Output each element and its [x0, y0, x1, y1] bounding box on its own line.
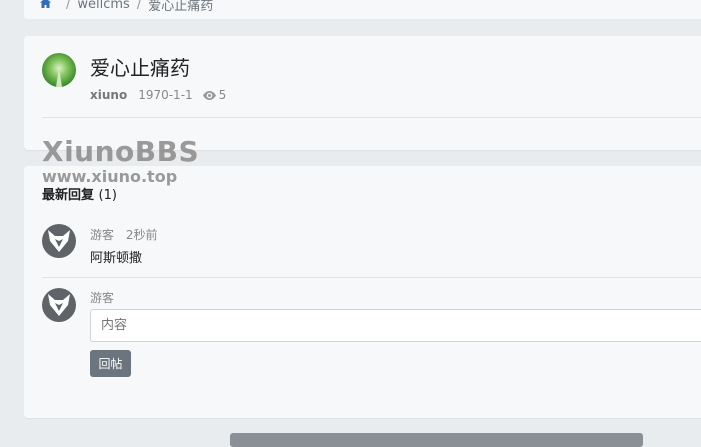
reply-form-user: 游客 — [90, 291, 115, 305]
reply-user[interactable]: 游客 — [90, 228, 114, 242]
reply-submit-button[interactable]: 回帖 — [90, 350, 131, 377]
reply-time: 2秒前 — [125, 228, 158, 242]
replies-card: 最新回复 (1) 游客 2秒前 阿斯顿撒 游客 回帖 — [24, 166, 701, 418]
breadcrumb-item-forum[interactable]: wellcms — [77, 0, 129, 12]
divider — [42, 117, 701, 118]
home-icon[interactable] — [40, 0, 51, 11]
reply-content: 阿斯顿撒 — [90, 251, 143, 266]
views-count: 5 — [202, 88, 227, 102]
replies-count: (1) — [98, 188, 117, 203]
breadcrumb-separator: / — [136, 0, 142, 12]
replies-heading-label: 最新回复 — [42, 188, 95, 203]
eye-icon — [202, 90, 216, 100]
bottom-bar — [230, 433, 643, 447]
watermark-logo: XiunoBBS — [42, 135, 200, 168]
fox-avatar-icon — [42, 288, 76, 322]
watermark-url: www.xiuno.top — [42, 167, 178, 186]
divider — [42, 277, 701, 278]
breadcrumb-item-thread[interactable]: 爱心止痛药 — [148, 0, 213, 14]
thread-meta: xiuno 1970-1-1 5 — [90, 88, 226, 102]
thread-title: 爱心止痛药 — [90, 56, 190, 80]
thread-date: 1970-1-1 — [138, 88, 193, 102]
thread-author[interactable]: xiuno — [90, 88, 127, 102]
thread-card: 爱心止痛药 xiuno 1970-1-1 5 — [24, 36, 701, 150]
reply-meta: 游客 2秒前 — [90, 226, 157, 243]
author-avatar[interactable] — [42, 53, 76, 87]
breadcrumb-separator: / — [66, 0, 71, 12]
replies-heading: 最新回复 (1) — [42, 184, 117, 203]
breadcrumb: / wellcms / 爱心止痛药 — [24, 0, 701, 19]
fox-avatar-icon[interactable] — [42, 224, 76, 258]
reply-content-input[interactable] — [90, 309, 701, 342]
watermark: XiunoBBS www.xiuno.top — [42, 138, 199, 185]
views-number: 5 — [218, 88, 227, 102]
